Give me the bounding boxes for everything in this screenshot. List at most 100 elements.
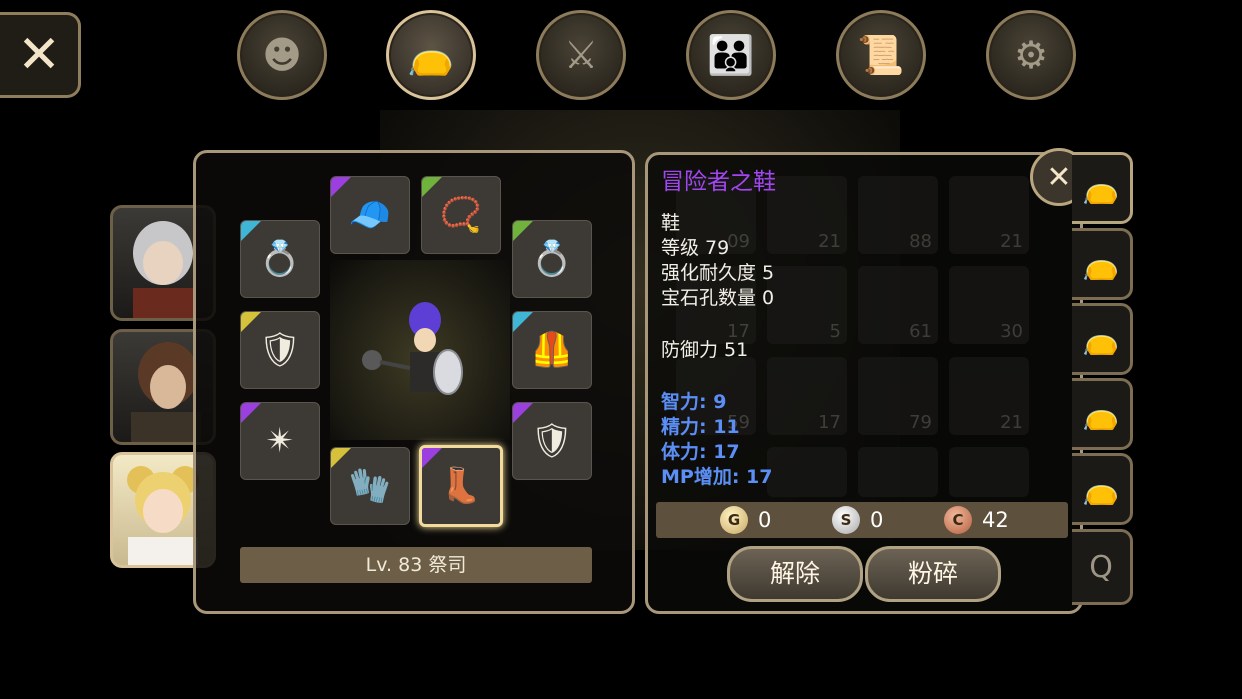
settings-nav-button[interactable]: ⚙ [986,10,1076,100]
bag-slot[interactable] [858,447,938,497]
mace-icon: ✴ [265,421,295,461]
ring-icon: 💍 [530,239,574,279]
gear-icon: ⚙ [1013,33,1049,77]
bag-slot[interactable]: 30 [949,266,1029,344]
character-sprite [362,302,463,395]
rarity-corner [241,403,261,423]
bag-slot[interactable]: 21 [949,357,1029,435]
stack-count: 5 [829,321,841,342]
boots-slot[interactable]: 👢 [419,445,503,527]
shatter-button[interactable]: 粉碎 [865,546,1001,602]
armor-icon: 🛡 [258,330,302,370]
bag-slot[interactable]: 5 [767,266,847,344]
bag-slot[interactable]: 79 [858,357,938,435]
stack-count: 21 [818,231,841,252]
stack-count: 30 [1000,321,1023,342]
silver-coin-icon: S [832,506,860,534]
scroll-icon: 📜 [857,32,905,77]
people-icon: 👪 [707,32,755,77]
bag-icon: 👝 [1082,246,1120,282]
copper-coin-icon: C [944,506,972,534]
character-nav-button[interactable]: ☻ [237,10,327,100]
bag-slot[interactable]: 88 [858,176,938,254]
necklace-icon: 📿 [439,195,483,235]
stack-count: 88 [909,231,932,252]
bag-slot[interactable]: 61 [858,266,938,344]
rarity-corner [241,312,261,332]
ring-left-slot[interactable]: 💍 [240,220,320,298]
rarity-corner [422,177,442,197]
item-durability: 强化耐久度 5 [661,262,775,284]
skills-nav-button[interactable]: ⚔ [536,10,626,100]
rarity-corner [331,177,351,197]
character-level-class: Lv. 83 祭司 [240,547,592,583]
item-sockets: 宝石孔数量 0 [661,287,775,309]
boot-icon: 👢 [439,466,483,506]
gauntlet-icon: 🧤 [348,466,392,506]
bag-tab-4[interactable]: 👝 [1072,378,1133,450]
bandana-icon: 🧢 [348,195,392,235]
close-inventory-button[interactable]: ✕ [0,12,81,98]
armor-slot[interactable]: 🦺 [512,311,592,389]
stack-count: 09 [727,231,750,252]
bag-icon: 👝 [1082,170,1120,206]
stack-count: 79 [909,412,932,433]
stack-count: 61 [909,321,932,342]
helmet-slot[interactable]: 🧢 [330,176,410,254]
close-icon: ✕ [17,25,61,85]
rarity-corner [422,448,442,468]
bag-tab-1[interactable]: 👝 [1072,152,1133,224]
stack-count: 21 [1000,412,1023,433]
ring-icon: 💍 [258,239,302,279]
rarity-corner [513,403,533,423]
rarity-corner [513,312,533,332]
bag-slot[interactable]: 21 [949,176,1029,254]
necklace-slot[interactable]: 📿 [421,176,501,254]
bag-slot[interactable]: 21 [767,176,847,254]
rarity-corner [513,221,533,241]
stack-count: 17 [818,412,841,433]
stat-spirit: 精力: 11 [661,416,740,438]
item-type: 鞋 [661,212,681,234]
bag-tab-2[interactable]: 👝 [1072,228,1133,300]
bag-tab-5[interactable]: 👝 [1072,453,1133,525]
rarity-corner [331,448,351,468]
gold-amount: 0 [758,508,772,532]
bag-icon: 👝 [1082,321,1120,357]
gloves-slot[interactable]: 🧤 [330,447,410,525]
crossed-swords-icon: ⚔ [563,33,599,77]
rarity-corner [241,221,261,241]
party-nav-button[interactable]: 👪 [686,10,776,100]
item-name: 冒险者之鞋 [661,169,776,195]
shield-icon: 🛡 [530,421,574,461]
vest-icon: 🦺 [530,330,574,370]
shoulder-slot[interactable]: 🛡 [240,311,320,389]
silver-amount: 0 [870,508,884,532]
bag-tab-quest[interactable]: Q [1072,529,1133,605]
bag-slot[interactable] [949,447,1029,497]
copper-amount: 42 [982,508,1009,532]
stack-count: 21 [1000,231,1023,252]
stat-stamina: 体力: 17 [661,441,740,463]
bag-icon: 👝 [1082,396,1120,432]
quest-bag-icon: Q [1089,549,1113,585]
inventory-nav-button[interactable]: 👝 [386,10,476,100]
bag-tab-3[interactable]: 👝 [1072,303,1133,375]
character-preview-area [330,260,510,440]
gold-coin-icon: G [720,506,748,534]
shield-slot[interactable]: 🛡 [512,402,592,480]
item-defense: 防御力 51 [661,339,749,361]
bag-slot[interactable]: 17 [767,357,847,435]
bag-icon: 👝 [1082,471,1120,507]
weapon-slot[interactable]: ✴ [240,402,320,480]
item-level: 等级 79 [661,237,730,259]
quest-nav-button[interactable]: 📜 [836,10,926,100]
bag-icon: 👝 [407,32,455,77]
stat-mp-bonus: MP增加: 17 [661,466,773,488]
stat-intelligence: 智力: 9 [661,391,727,413]
head-icon: ☻ [262,33,302,77]
unequip-button[interactable]: 解除 [727,546,863,602]
bag-slot[interactable] [767,447,847,497]
ring-right-slot[interactable]: 💍 [512,220,592,298]
close-icon: ✕ [1046,159,1072,195]
